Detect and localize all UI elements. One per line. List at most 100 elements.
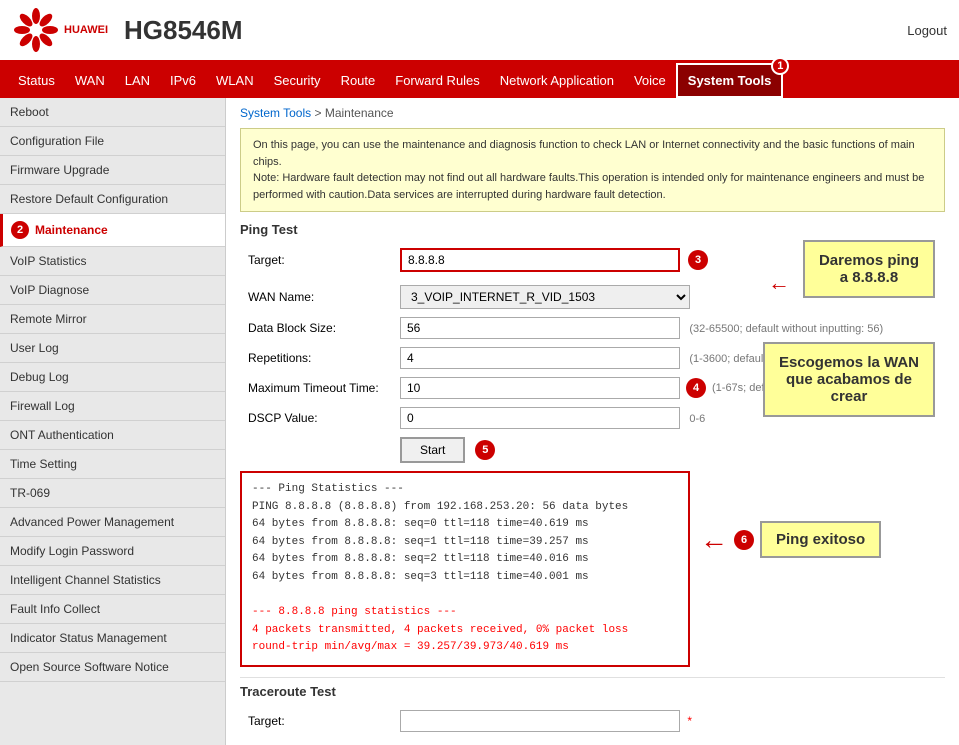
- data-block-row: Data Block Size: (32-65500; default with…: [240, 313, 887, 343]
- nav-item-ipv6[interactable]: IPv6: [160, 65, 206, 96]
- arrow-to-target: ←: [768, 270, 790, 296]
- callout-escogemos-wan: Escogemos la WANque acabamos decrear: [763, 342, 935, 417]
- breadcrumb-parent[interactable]: System Tools: [240, 106, 311, 120]
- wan-name-select[interactable]: 3_VOIP_INTERNET_R_VID_1503 1_TR069_INTER…: [400, 285, 690, 309]
- sidebar-item-debug-log[interactable]: Debug Log: [0, 363, 225, 392]
- sidebar-item-modify-password[interactable]: Modify Login Password: [0, 537, 225, 566]
- nav-item-system-tools[interactable]: System Tools 1: [676, 63, 784, 98]
- sidebar-item-tr069[interactable]: TR-069: [0, 479, 225, 508]
- traceroute-target-input[interactable]: [400, 710, 680, 732]
- traceroute-title: Traceroute Test: [240, 684, 945, 699]
- sidebar-item-channel-stats[interactable]: Intelligent Channel Statistics: [0, 566, 225, 595]
- nav-item-status[interactable]: Status: [8, 65, 65, 96]
- sidebar-item-reboot[interactable]: Reboot: [0, 98, 225, 127]
- ping-output-line-1: --- Ping Statistics ---: [252, 481, 678, 499]
- info-box-text: On this page, you can use the maintenanc…: [253, 139, 924, 201]
- arrow-left-icon: ←: [700, 526, 728, 554]
- traceroute-target-label: Target:: [240, 705, 400, 737]
- sidebar-item-config-file[interactable]: Configuration File: [0, 127, 225, 156]
- sidebar-item-firewall-log[interactable]: Firewall Log: [0, 392, 225, 421]
- ping-badge-6: 6: [734, 530, 754, 550]
- nav-item-network-app[interactable]: Network Application: [490, 65, 624, 96]
- start-button[interactable]: Start: [400, 437, 465, 463]
- ping-form-table: Target: 3: [240, 243, 708, 277]
- device-model: HG8546M: [124, 15, 907, 46]
- ping-result-annotation: ← 6 Ping exitoso: [700, 521, 881, 558]
- nav-item-security[interactable]: Security: [264, 65, 331, 96]
- main-layout: Reboot Configuration File Firmware Upgra…: [0, 98, 959, 745]
- ping-output-line-3: 64 bytes from 8.8.8.8: seq=0 ttl=118 tim…: [252, 516, 678, 534]
- nav-item-wan[interactable]: WAN: [65, 65, 115, 96]
- header: HUAWEI HG8546M Logout: [0, 0, 959, 63]
- sidebar-item-firmware[interactable]: Firmware Upgrade: [0, 156, 225, 185]
- dscp-hint: 0-6: [689, 413, 705, 425]
- sidebar-item-ont-auth[interactable]: ONT Authentication: [0, 421, 225, 450]
- callout-daremos-ping: Daremos pinga 8.8.8.8: [803, 240, 935, 298]
- dscp-label: DSCP Value:: [240, 403, 400, 433]
- ping-output-line-2: PING 8.8.8.8 (8.8.8.8) from 192.168.253.…: [252, 499, 678, 517]
- sidebar-item-maintenance[interactable]: 2 Maintenance: [0, 214, 225, 247]
- logout-button[interactable]: Logout: [907, 23, 947, 38]
- sidebar-item-remote-mirror[interactable]: Remote Mirror: [0, 305, 225, 334]
- ping-target-label: Target:: [240, 243, 400, 277]
- sidebar: Reboot Configuration File Firmware Upgra…: [0, 98, 226, 745]
- ping-target-row: Target: 3: [240, 243, 708, 277]
- ping-test-title: Ping Test: [240, 222, 945, 237]
- data-block-input[interactable]: [400, 317, 680, 339]
- ping-output-line-6: 64 bytes from 8.8.8.8: seq=3 ttl=118 tim…: [252, 569, 678, 587]
- nav-item-lan[interactable]: LAN: [115, 65, 160, 96]
- traceroute-required: *: [687, 714, 692, 728]
- data-block-label: Data Block Size:: [240, 313, 400, 343]
- data-block-cell: (32-65500; default without inputting: 56…: [400, 313, 887, 343]
- ping-output-wrapper: --- Ping Statistics --- PING 8.8.8.8 (8.…: [240, 471, 945, 667]
- traceroute-table: Target: *: [240, 705, 692, 737]
- nav-item-wlan[interactable]: WLAN: [206, 65, 264, 96]
- traceroute-target-cell: *: [400, 705, 692, 737]
- ping-target-cell: 3: [400, 243, 708, 277]
- ping-output-line-4: 64 bytes from 8.8.8.8: seq=1 ttl=118 tim…: [252, 534, 678, 552]
- nav-bar: Status WAN LAN IPv6 WLAN Security Route …: [0, 63, 959, 98]
- sidebar-item-open-source[interactable]: Open Source Software Notice: [0, 653, 225, 682]
- timeout-label: Maximum Timeout Time:: [240, 373, 400, 403]
- sidebar-item-time-setting[interactable]: Time Setting: [0, 450, 225, 479]
- wan-name-label: WAN Name:: [240, 281, 400, 313]
- ping-target-input[interactable]: [400, 248, 680, 272]
- sidebar-item-voip-diagnose[interactable]: VoIP Diagnose: [0, 276, 225, 305]
- traceroute-section: Traceroute Test Target: *: [240, 677, 945, 737]
- start-button-row: Start 5: [400, 437, 945, 463]
- ping-badge-4: 4: [686, 378, 706, 398]
- huawei-logo-icon: [12, 6, 60, 54]
- ping-badge-5: 5: [475, 440, 495, 460]
- sidebar-item-voip-stats[interactable]: VoIP Statistics: [0, 247, 225, 276]
- timeout-input[interactable]: [400, 377, 680, 399]
- ping-output-blank: [252, 587, 678, 605]
- dscp-input[interactable]: [400, 407, 680, 429]
- nav-item-route[interactable]: Route: [331, 65, 386, 96]
- callout-ping-exitoso: Ping exitoso: [760, 521, 881, 558]
- ping-output-stats-2: round-trip min/avg/max = 39.257/39.973/4…: [252, 639, 678, 657]
- repetitions-label: Repetitions:: [240, 343, 400, 373]
- ping-output-stats-title: --- 8.8.8.8 ping statistics ---: [252, 604, 678, 622]
- sidebar-item-fault-info[interactable]: Fault Info Collect: [0, 595, 225, 624]
- breadcrumb: System Tools > Maintenance: [240, 106, 945, 120]
- sidebar-item-power-mgmt[interactable]: Advanced Power Management: [0, 508, 225, 537]
- sidebar-item-indicator-status[interactable]: Indicator Status Management: [0, 624, 225, 653]
- repetitions-input[interactable]: [400, 347, 680, 369]
- maintenance-badge: 2: [11, 221, 29, 239]
- logo-area: HUAWEI: [12, 6, 108, 54]
- sidebar-item-user-log[interactable]: User Log: [0, 334, 225, 363]
- nav-item-voice[interactable]: Voice: [624, 65, 676, 96]
- ping-output-stats-1: 4 packets transmitted, 4 packets receive…: [252, 622, 678, 640]
- ping-output: --- Ping Statistics --- PING 8.8.8.8 (8.…: [240, 471, 690, 667]
- sidebar-item-restore[interactable]: Restore Default Configuration: [0, 185, 225, 214]
- brand-label: HUAWEI: [64, 24, 108, 36]
- content-area: System Tools > Maintenance On this page,…: [226, 98, 959, 745]
- ping-badge-3: 3: [688, 250, 708, 270]
- ping-output-line-5: 64 bytes from 8.8.8.8: seq=2 ttl=118 tim…: [252, 551, 678, 569]
- ping-test-section: Ping Test Target: 3 WAN Name: 3_VOIP_INT…: [240, 222, 945, 667]
- breadcrumb-separator: >: [314, 106, 324, 120]
- info-box: On this page, you can use the maintenanc…: [240, 128, 945, 212]
- nav-item-forward-rules[interactable]: Forward Rules: [385, 65, 490, 96]
- data-block-hint: (32-65500; default without inputting: 56…: [689, 323, 883, 335]
- breadcrumb-current: Maintenance: [325, 106, 394, 120]
